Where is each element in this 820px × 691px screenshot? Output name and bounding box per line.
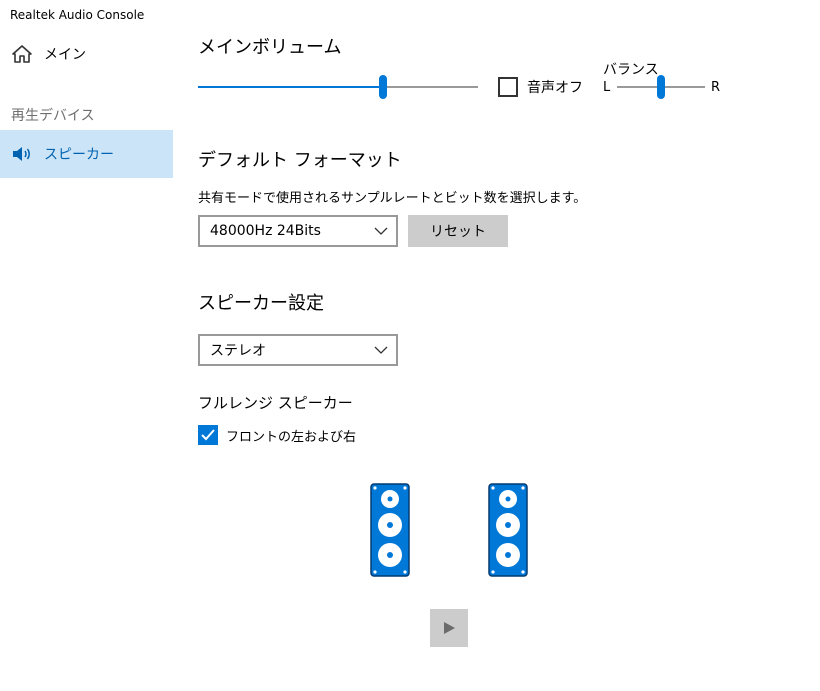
section-label-playback-devices: 再生デバイス bbox=[11, 108, 95, 124]
format-description: 共有モードで使用されるサンプルレートとビット数を選択します。 bbox=[198, 191, 587, 206]
sidebar-item-main[interactable]: メイン bbox=[0, 30, 173, 78]
home-icon bbox=[11, 44, 33, 64]
balance-left-label: L bbox=[603, 80, 611, 95]
format-dropdown-value: 48000Hz 24Bits bbox=[210, 223, 321, 239]
front-lr-checkbox[interactable] bbox=[198, 425, 218, 445]
front-left-speaker[interactable] bbox=[370, 483, 410, 577]
sidebar-item-label: メイン bbox=[44, 47, 86, 63]
speaker-config-heading: スピーカー設定 bbox=[198, 293, 324, 314]
chevron-down-icon bbox=[374, 225, 388, 237]
checkmark-icon bbox=[201, 429, 215, 441]
volume-slider-thumb[interactable] bbox=[378, 75, 387, 99]
front-right-speaker[interactable] bbox=[488, 483, 528, 577]
main-volume-heading: メインボリューム bbox=[198, 37, 342, 58]
reset-button[interactable]: リセット bbox=[408, 215, 508, 247]
volume-slider-fill bbox=[198, 86, 383, 88]
sidebar-item-speaker[interactable]: スピーカー bbox=[0, 130, 173, 178]
mute-checkbox[interactable] bbox=[498, 77, 518, 97]
speaker-config-dropdown-value: ステレオ bbox=[210, 343, 266, 359]
speaker-icon bbox=[11, 144, 33, 164]
play-icon bbox=[444, 622, 455, 634]
balance-title: バランス bbox=[603, 62, 659, 78]
front-lr-label: フロントの左および右 bbox=[226, 430, 357, 445]
speaker-config-dropdown[interactable]: ステレオ bbox=[198, 334, 398, 366]
chevron-down-icon bbox=[374, 344, 388, 356]
default-format-heading: デフォルト フォーマット bbox=[198, 150, 402, 171]
balance-slider-thumb[interactable] bbox=[657, 75, 665, 99]
balance-right-label: R bbox=[711, 80, 721, 95]
format-dropdown[interactable]: 48000Hz 24Bits bbox=[198, 215, 398, 247]
app-title: Realtek Audio Console bbox=[10, 8, 145, 22]
fullrange-speaker-title: フルレンジ スピーカー bbox=[198, 394, 353, 412]
mute-label: 音声オフ bbox=[527, 80, 583, 96]
sidebar-item-label: スピーカー bbox=[44, 147, 114, 163]
play-test-button[interactable] bbox=[430, 609, 468, 647]
